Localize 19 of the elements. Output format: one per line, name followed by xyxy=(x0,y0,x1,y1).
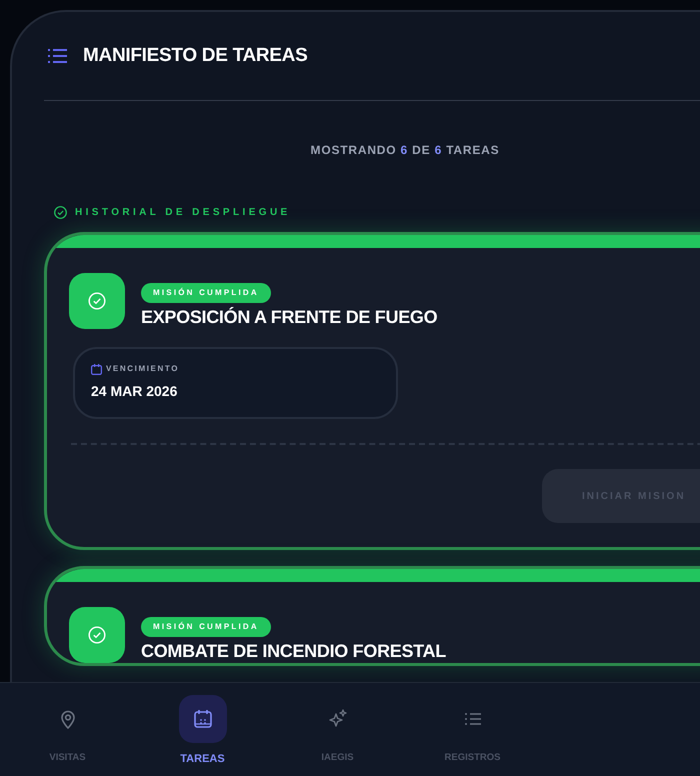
calendar-icon xyxy=(192,708,214,730)
nav-tab[interactable]: REGISTROS xyxy=(405,683,540,776)
page-title: MANIFIESTO DE TAREAS xyxy=(83,44,308,68)
task-title: COMBATE DE INCENDIO FORESTAL xyxy=(141,641,446,663)
due-date-label: VENCIMIENTO xyxy=(106,363,180,375)
check-circle-icon xyxy=(88,292,106,310)
status-badge: MISIÓN CUMPLIDA xyxy=(141,283,271,303)
list-icon[interactable] xyxy=(48,49,67,63)
check-circle-icon xyxy=(88,626,106,644)
due-date-value: 24 MAR 2026 xyxy=(91,382,178,401)
status-badge: MISIÓN CUMPLIDA xyxy=(141,617,271,637)
nav-tab[interactable]: VISITAS xyxy=(0,683,135,776)
nav-tab[interactable]: TAREAS xyxy=(135,683,270,776)
task-count: MOSTRANDO 6 DE 6 TAREAS xyxy=(310,142,500,159)
check-circle-icon xyxy=(54,206,67,219)
section-title: HISTORIAL DE DESPLIEGUE xyxy=(75,206,291,220)
calendar-icon xyxy=(91,364,102,374)
nav-tab[interactable]: IAEGIS xyxy=(270,683,405,776)
task-title: EXPOSICIÓN A FRENTE DE FUEGO xyxy=(141,307,438,329)
